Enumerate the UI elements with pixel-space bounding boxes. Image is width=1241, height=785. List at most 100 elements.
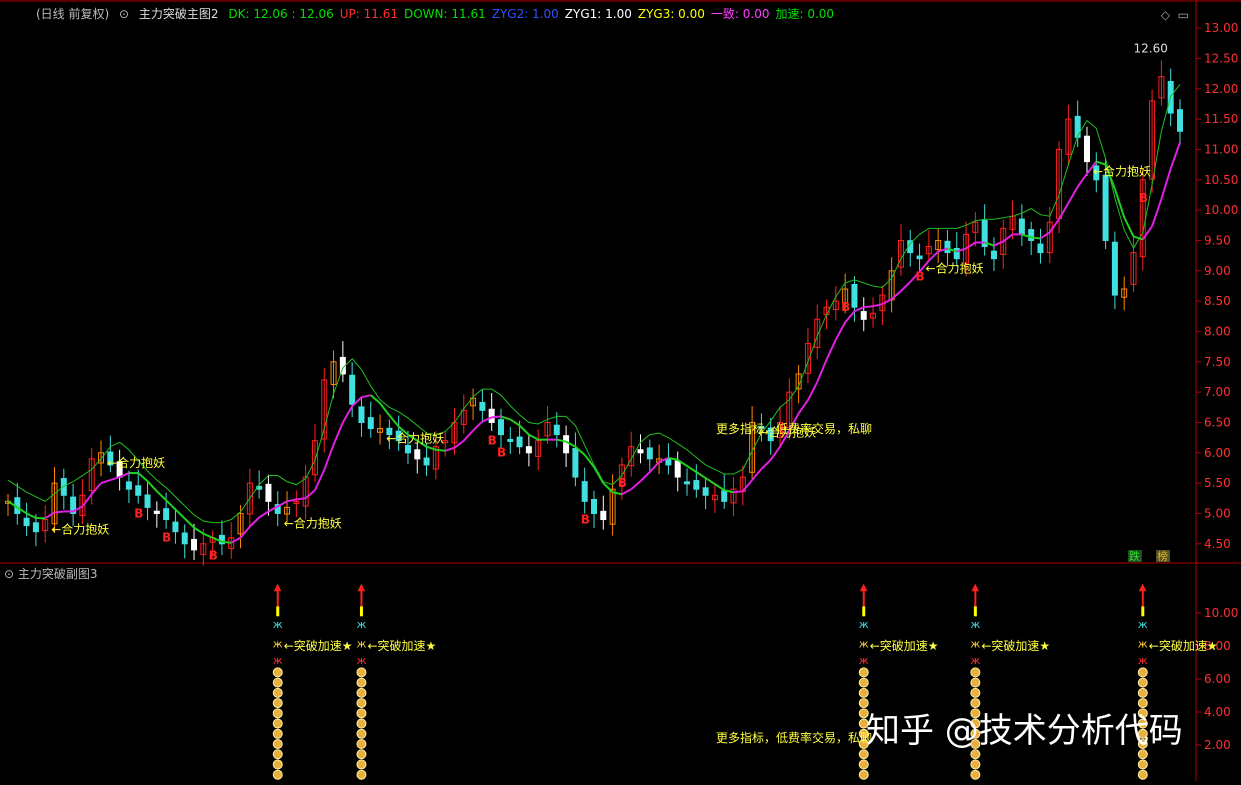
candle-body [694,481,699,490]
candle-body [424,458,429,465]
coin-bag-icon [971,668,980,677]
candle-body [368,418,373,429]
header-field-7: 加速: 0.00 [775,7,834,21]
restore-icon[interactable]: ▭ [1178,8,1189,22]
candle-body [852,285,857,308]
butterfly-icon: ж [1138,618,1148,631]
coin-bag-icon [357,770,366,779]
trend-line-segment [873,304,882,306]
main-header: (日线 前复权) ⊙ 主力突破主图2 DK: 12.06 : 12.06UP: … [36,4,846,24]
pattern-label: ←合力抱妖 [386,431,444,446]
header-field-2: DOWN: 11.61 [404,7,486,21]
y-tick-label: 7.50 [1204,355,1231,369]
candle-body [1178,110,1183,132]
coin-bag-icon [971,678,980,687]
candle-body [638,450,643,453]
breakout-label: ←突破加速★ [1149,638,1218,653]
trend-line-segment [222,542,231,543]
candle-body [498,420,503,435]
coin-bag-icon [273,699,282,708]
candle-body [405,446,410,453]
butterfly-icon: ж [970,638,980,651]
trend-line-segment [622,489,631,494]
butterfly-icon: ж [356,638,366,651]
candle-body [917,256,922,259]
candle-body [1029,230,1034,241]
trend-line-segment [594,467,603,483]
trend-line-segment [854,307,863,311]
y-tick-label: 12.50 [1204,51,1238,65]
butterfly-icon: ж [859,618,869,631]
candle-body [526,447,531,453]
buy-marker: B [581,512,590,526]
window-controls: ◇ ▭ [1161,8,1189,22]
trend-line-segment [324,445,333,470]
envelope-line [8,84,1180,522]
candle-body [703,488,708,495]
watermark: 知乎 @技术分析代码 [866,703,1183,752]
sub-y-tick-label: 2.00 [1204,738,1231,752]
sub-promo-annotation: 更多指标，低费率交易，私聊 [716,730,872,745]
trend-line-segment [1050,219,1059,232]
trend-line-segment [157,491,166,500]
indicator-name[interactable]: 主力突破主图2 [139,7,219,21]
coin-bag-icon [859,760,868,769]
butterfly-icon: ж [1138,654,1148,667]
candle-body [1103,175,1108,240]
coin-bag-icon [859,770,868,779]
trend-line-segment [436,450,445,451]
trend-line-segment [734,491,743,492]
period-label: (日线 前复权) [36,7,109,21]
candle-body [359,407,364,423]
coin-bag-icon [357,740,366,749]
y-tick-label: 13.00 [1204,21,1238,35]
butterfly-icon: ж [859,638,869,651]
candle-body [601,511,606,519]
trend-line-segment [1161,169,1170,199]
coin-bag-icon [1138,668,1147,677]
y-tick-label: 12.00 [1204,82,1238,96]
trend-line-segment [1078,174,1087,187]
trend-line-segment [929,252,938,261]
trend-line-segment [361,395,370,397]
sub-indicator-name[interactable]: 主力突破副图3 [18,567,98,581]
coin-bag-icon [357,750,366,759]
buy-marker: B [1139,191,1148,205]
candle-body [517,437,522,447]
diamond-icon[interactable]: ◇ [1161,8,1170,22]
coin-bag-icon [859,688,868,697]
trend-line-segment [231,538,240,543]
trend-line-segment [1133,236,1142,239]
pattern-label: ←合力抱妖 [51,522,109,537]
coin-bag-icon [1138,770,1147,779]
bottom-tag: 榜 [1157,549,1168,563]
coin-bag-icon [1138,760,1147,769]
candle-body [573,449,578,478]
y-tick-label: 10.00 [1204,203,1238,217]
pattern-label: ←合力抱妖 [1093,164,1151,179]
buy-marker: B [841,300,850,314]
trend-line-segment [492,416,501,417]
sub-indicator-icon[interactable]: ⊙ [4,567,14,581]
trend-line-segment [650,462,659,472]
trend-line-segment [464,431,473,441]
indicator-icon[interactable]: ⊙ [119,7,129,21]
trend-line-segment [696,472,705,478]
trend-line-segment [1040,232,1049,238]
trend-line-segment [343,406,352,422]
trend-line-segment [631,481,640,489]
trend-line-segment [771,447,780,460]
sub-y-tick-label: 6.00 [1204,672,1231,686]
buy-marker: B [209,549,218,563]
trend-line-segment [743,480,752,491]
trend-line-segment [110,477,119,480]
trend-line-segment [82,494,91,506]
trend-line-segment [389,415,398,426]
breakout-label: ←突破加速★ [367,638,436,653]
breakout-label: ←突破加速★ [981,638,1050,653]
candle-body [173,522,178,532]
coin-bag-icon [357,709,366,718]
trend-line-segment [1059,203,1068,219]
header-field-1: UP: 11.61 [340,7,398,21]
trend-line-segment [454,441,463,448]
